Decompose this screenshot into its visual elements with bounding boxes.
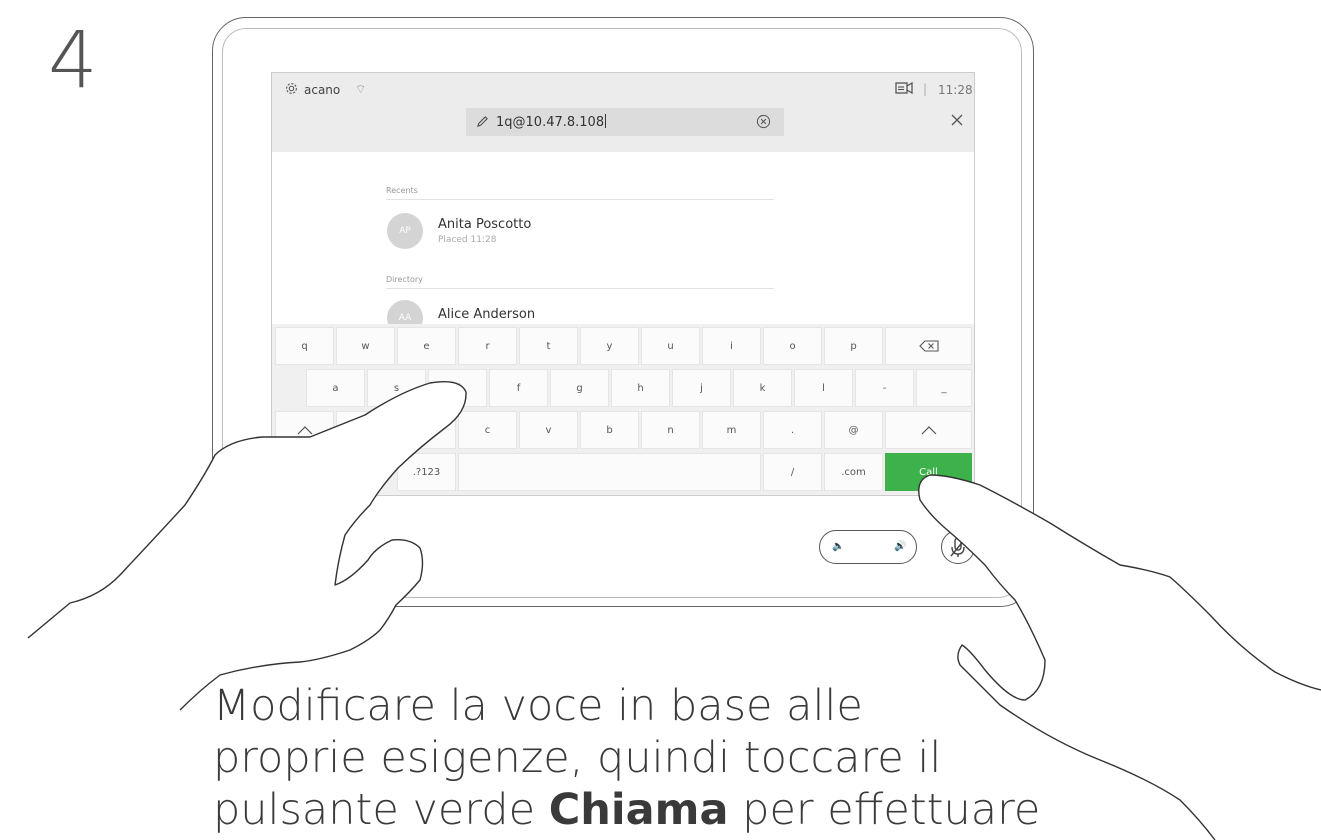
instruction-caption: Modificare la voce in base alle proprie …: [213, 680, 1040, 836]
call-keyword: Chiama: [548, 785, 729, 835]
caption-line: pulsante verde Chiama per effettuare: [213, 785, 1041, 835]
caption-line: Modificare la voce in base alle: [213, 681, 863, 731]
caption-line: proprie esigenze, quindi toccare il: [213, 733, 942, 783]
left-hand-illustration: [27, 380, 467, 711]
